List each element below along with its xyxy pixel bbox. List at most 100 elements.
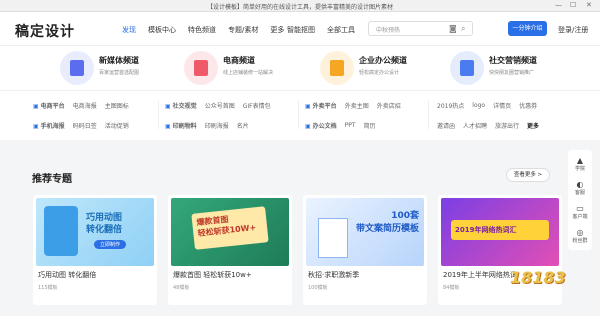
channel-new-media[interactable]: 新媒体频道 百家运营首选配图 — [50, 51, 170, 85]
cat-group: 邀请函 人才招聘 旅游出行 更多 — [437, 121, 539, 130]
card-count: 115模板 — [38, 285, 58, 291]
topic-card[interactable]: 巧用动图 转化翻倍 立即制作 巧用动图 转化翻倍 115模板 — [33, 195, 157, 305]
headset-icon: ◐ — [576, 180, 584, 189]
site-logo[interactable]: 稿定设计 — [15, 21, 75, 41]
rail-fans[interactable]: ◎ 粉丝群 — [568, 228, 592, 244]
cat-item[interactable]: 外卖店招 — [377, 101, 401, 110]
topic-card[interactable]: 100套 带文案简历模板 秋招·求职激新季 100模板 — [303, 195, 427, 305]
cat-item[interactable]: 外卖主图 — [345, 101, 369, 110]
cart-icon: ▣ — [33, 103, 39, 110]
nav-discover[interactable]: 发现 — [122, 25, 136, 35]
channel-desc: 快快朋友圈营销推广 — [489, 70, 535, 76]
section-title: 推荐专题 — [32, 174, 72, 185]
topic-card[interactable]: 2019年网络热词汇 2019年上半年网络热词 84模板 — [438, 195, 562, 305]
cat-head[interactable]: ▣ 社交视觉 — [165, 101, 197, 110]
tools-nav: 智能抠图 全部工具 — [287, 25, 355, 35]
cat-item[interactable]: 优惠券 — [519, 101, 537, 110]
main-nav: 发现 模板中心 特色频道 专题/素材 更多 — [122, 25, 284, 35]
card-thumbnail: 爆款首图 轻松斩获10W+ — [171, 198, 289, 266]
view-more-button[interactable]: 查看更多 > — [506, 168, 550, 182]
cat-group: 2019热点 logo 详情页 优惠券 — [437, 101, 537, 110]
channel-name: 电商频道 — [223, 56, 255, 65]
rail-academy[interactable]: ▲ 学院 — [568, 156, 592, 172]
thumbnail-text: 巧用动图 转化翻倍 — [86, 213, 123, 235]
card-count: 48模板 — [173, 285, 190, 291]
cat-item[interactable]: logo — [472, 102, 485, 109]
card-count: 84模板 — [443, 285, 460, 291]
cat-head[interactable]: ▣ 外卖平台 — [305, 101, 337, 110]
cat-item[interactable]: 名片 — [237, 121, 249, 130]
channel-ecommerce[interactable]: 电商频道 线上店铺装修一站解决 — [174, 51, 294, 85]
intro-button[interactable]: 一分钟介绍 — [508, 21, 547, 36]
close-icon[interactable]: ✕ — [586, 1, 592, 9]
shop-icon — [184, 51, 218, 85]
nav-featured-channel[interactable]: 特色频道 — [188, 25, 216, 35]
cat-item[interactable]: 2019热点 — [437, 101, 464, 110]
cat-item[interactable]: 活动促销 — [105, 121, 129, 130]
cat-item[interactable]: 更多 — [527, 121, 539, 130]
window-title: 【设计模板】简单好用的在线设计工具，提供丰富精美的设计图片素材 — [206, 4, 393, 11]
cat-head[interactable]: ▣ 手机海报 — [33, 121, 65, 130]
cat-head[interactable]: ▣ 电商平台 — [33, 101, 65, 110]
rail-client[interactable]: ▭ 客户端 — [568, 204, 592, 220]
card-thumbnail: 100套 带文案简历模板 — [306, 198, 424, 266]
maximize-icon[interactable]: ☐ — [570, 1, 576, 9]
cat-item[interactable]: GIF表情包 — [243, 101, 271, 110]
card-count: 100模板 — [308, 285, 328, 291]
channel-office[interactable]: 企业办公频道 轻松搞定办公设计 — [310, 51, 430, 85]
cat-item[interactable]: 公众号首图 — [205, 101, 235, 110]
nav-template-center[interactable]: 模板中心 — [148, 25, 176, 35]
nav-cutout[interactable]: 智能抠图 — [287, 25, 315, 35]
card-title: 秋招·求职激新季 — [308, 271, 360, 279]
topic-card[interactable]: 爆款首图 轻松斩获10W+ 爆款首图 轻松斩获10w+ 48模板 — [168, 195, 292, 305]
cat-group: ▣ 社交视觉 公众号首图 GIF表情包 — [165, 101, 271, 110]
card-title: 爆款首图 轻松斩获10w+ — [173, 271, 252, 279]
briefcase-icon — [320, 51, 354, 85]
login-link[interactable]: 登录/注册 — [558, 25, 588, 35]
channel-name: 新媒体频道 — [99, 56, 139, 65]
channel-name: 企业办公频道 — [359, 56, 407, 65]
nav-all-tools[interactable]: 全部工具 — [327, 25, 355, 35]
cat-item[interactable]: 电商海报 — [73, 101, 97, 110]
cat-item[interactable]: 简历 — [364, 121, 376, 130]
search-box[interactable]: 中秋预热 ◙ ⌕ — [368, 21, 473, 36]
search-icon[interactable]: ⌕ — [461, 24, 465, 34]
cat-group: ▣ 办公文档 PPT 简历 — [305, 121, 376, 130]
phone-icon — [60, 51, 94, 85]
card-thumbnail: 2019年网络热词汇 — [441, 198, 559, 266]
card-title: 巧用动图 转化翻倍 — [38, 271, 97, 279]
cat-item[interactable]: 旅游出行 — [495, 121, 519, 130]
camera-icon[interactable]: ◙ — [449, 24, 457, 33]
cat-item[interactable]: 邀请函 — [437, 121, 455, 130]
top-header: 稿定设计 发现 模板中心 特色频道 专题/素材 更多 智能抠图 全部工具 中秋预… — [0, 12, 600, 46]
search-placeholder: 中秋预热 — [376, 27, 401, 34]
nav-topics[interactable]: 专题/素材 — [228, 25, 258, 35]
print-icon: ▣ — [165, 123, 171, 130]
cat-group: ▣ 印刷物料 印刷海报 名片 — [165, 121, 249, 130]
channel-desc: 百家运营首选配图 — [99, 70, 140, 76]
nav-more[interactable]: 更多 — [270, 25, 284, 35]
channel-social[interactable]: 社交营销频道 快快朋友圈营销推广 — [440, 51, 560, 85]
cat-item[interactable]: PPT — [345, 122, 356, 129]
cat-item[interactable]: 码码日签 — [73, 121, 97, 130]
cat-item[interactable]: 详情页 — [493, 101, 511, 110]
channel-strip: 新媒体频道 百家运营首选配图 电商频道 线上店铺装修一站解决 企业办公频道 轻松… — [0, 46, 600, 90]
thumbnail-badge: 立即制作 — [94, 240, 127, 249]
cat-head[interactable]: ▣ 办公文档 — [305, 121, 337, 130]
thumbnail-text: 2019年网络热词汇 — [455, 226, 517, 234]
takeout-icon: ▣ — [305, 103, 311, 110]
cat-group: ▣ 手机海报 码码日签 活动促销 — [33, 121, 129, 130]
document-icon: ▣ — [305, 123, 311, 130]
window-titlebar: 【设计模板】简单好用的在线设计工具，提供丰富精美的设计图片素材 — ☐ ✕ — [0, 0, 600, 12]
minimize-icon[interactable]: — — [555, 1, 562, 9]
card-title: 2019年上半年网络热词 — [443, 271, 517, 279]
cat-head[interactable]: ▣ 印刷物料 — [165, 121, 197, 130]
cat-item[interactable]: 主图图标 — [105, 101, 129, 110]
mobile-icon: ▣ — [33, 123, 39, 130]
cat-item[interactable]: 人才招聘 — [463, 121, 487, 130]
share-icon: ▣ — [165, 103, 171, 110]
channel-desc: 线上店铺装修一站解决 — [223, 70, 274, 76]
cat-item[interactable]: 印刷海报 — [205, 121, 229, 130]
rail-support[interactable]: ◐ 客服 — [568, 180, 592, 196]
card-thumbnail: 巧用动图 转化翻倍 立即制作 — [36, 198, 154, 266]
